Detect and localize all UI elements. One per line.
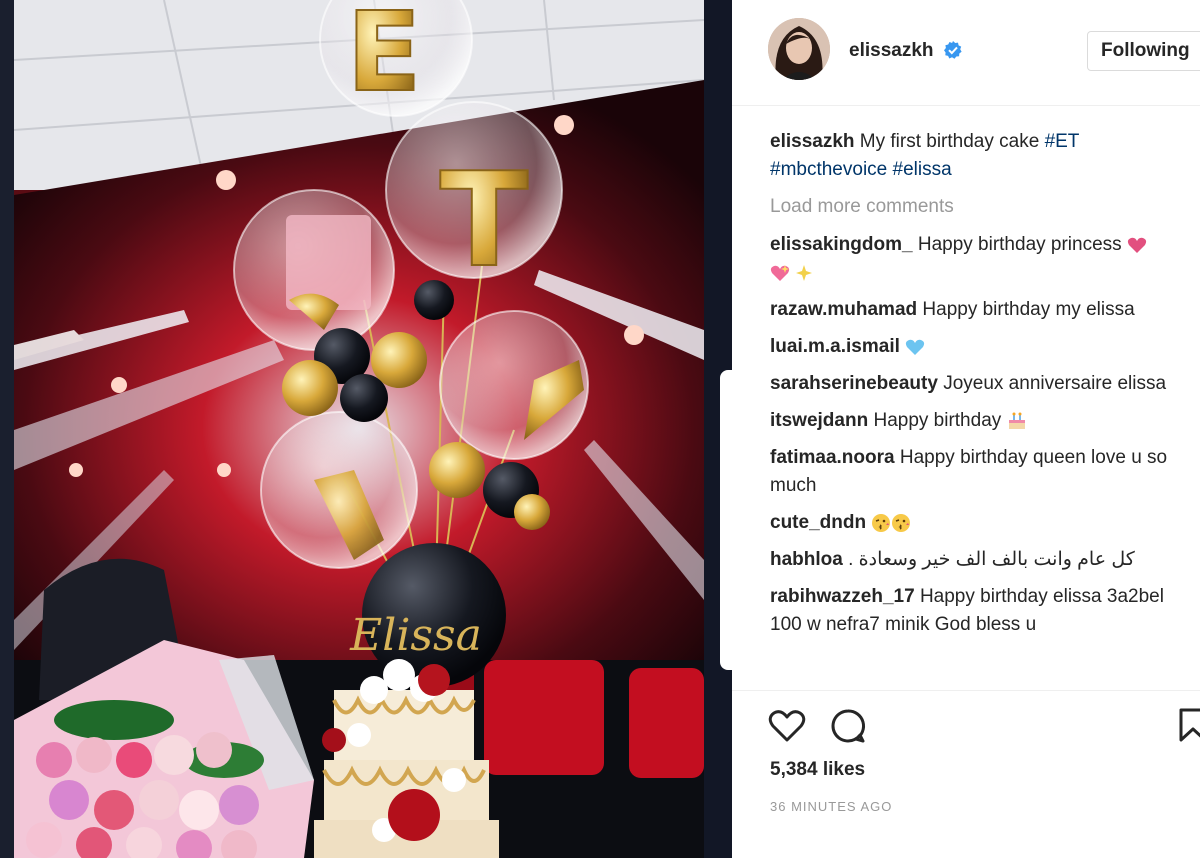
caption-text: My first birthday cake xyxy=(854,131,1045,152)
comment-text: كل عام وانت بالف الف خير وسعادة . xyxy=(848,549,1135,570)
comments-list: elissazkh My first birthday cake #ET #mbc… xyxy=(770,128,1190,690)
avatar[interactable] xyxy=(768,18,830,80)
comment-username[interactable]: razaw.muhamad xyxy=(770,299,917,320)
comment-item: elissakingdom_ Happy birthday princess xyxy=(770,231,1190,287)
purple-heart-icon xyxy=(1127,237,1147,253)
comment-username[interactable]: itswejdann xyxy=(770,410,868,431)
comment-item: habhloa كل عام وانت بالف الف خير وسعادة … xyxy=(770,546,1190,574)
birthday-cake-icon xyxy=(1008,412,1025,429)
post-header: elissazkh Following xyxy=(732,0,1200,106)
kiss-face-icon xyxy=(892,513,911,532)
load-more-comments-link[interactable]: Load more comments xyxy=(770,193,1190,221)
heart-icon[interactable] xyxy=(768,709,806,743)
balloon-name-text: Elissa xyxy=(349,610,482,661)
bookmark-icon[interactable] xyxy=(1178,707,1200,743)
comment-username[interactable]: cute_dndn xyxy=(770,512,866,533)
comment-username[interactable]: habhloa xyxy=(770,549,843,570)
panel-edge-tab xyxy=(720,370,734,670)
post-photo[interactable]: E T Elissa xyxy=(14,0,704,858)
comment-item: cute_dndn xyxy=(770,509,1190,537)
post-timestamp: 36 MINUTES AGO xyxy=(770,799,893,814)
sparkling-heart-icon xyxy=(770,264,790,281)
comment-text: Happy birthday xyxy=(868,410,1007,431)
comment-text: Happy birthday my elissa xyxy=(917,299,1135,320)
hashtag-link[interactable]: #ET xyxy=(1045,131,1080,152)
sparkles-icon xyxy=(796,264,813,281)
window-left-edge xyxy=(0,0,14,858)
caption-username[interactable]: elissazkh xyxy=(770,131,855,152)
comment-item: luai.m.a.ismail xyxy=(770,333,1190,361)
comment-username[interactable]: rabihwazzeh_17 xyxy=(770,586,915,607)
comment-item: sarahserinebeauty Joyeux anniversaire el… xyxy=(770,370,1190,398)
likes-count[interactable]: 5,384 likes xyxy=(770,759,865,781)
blue-heart-icon xyxy=(906,339,925,355)
comment-item: fatimaa.noora Happy birthday queen love … xyxy=(770,444,1190,500)
balloon-letter-e: E xyxy=(346,0,421,116)
comment-username[interactable]: fatimaa.noora xyxy=(770,447,895,468)
comment-text: Happy birthday princess xyxy=(912,234,1127,255)
post-detail-panel: elissazkh Following elissazkh My first b… xyxy=(732,0,1200,858)
hashtag-link[interactable]: #mbcthevoice xyxy=(770,159,887,180)
comment-username[interactable]: sarahserinebeauty xyxy=(770,373,938,394)
comment-text: Joyeux anniversaire elissa xyxy=(937,373,1167,394)
post-actions: 5,384 likes 36 MINUTES AGO xyxy=(732,690,1200,858)
verified-badge-icon xyxy=(944,41,962,59)
comment-item: rabihwazzeh_17 Happy birthday elissa 3a2… xyxy=(770,583,1190,639)
caption: elissazkh My first birthday cake #ET #mbc… xyxy=(770,128,1190,184)
kiss-face-icon xyxy=(872,513,891,532)
comment-item: itswejdann Happy birthday xyxy=(770,407,1190,435)
comment-item: razaw.muhamad Happy birthday my elissa xyxy=(770,296,1190,324)
comment-icon[interactable] xyxy=(830,708,866,744)
balloon-letter-t: T xyxy=(440,144,529,296)
comment-username[interactable]: elissakingdom_ xyxy=(770,234,913,255)
comment-username[interactable]: luai.m.a.ismail xyxy=(770,336,900,357)
post-username[interactable]: elissazkh xyxy=(849,40,934,62)
following-button[interactable]: Following xyxy=(1087,31,1200,71)
hashtag-link[interactable]: #elissa xyxy=(893,159,952,180)
